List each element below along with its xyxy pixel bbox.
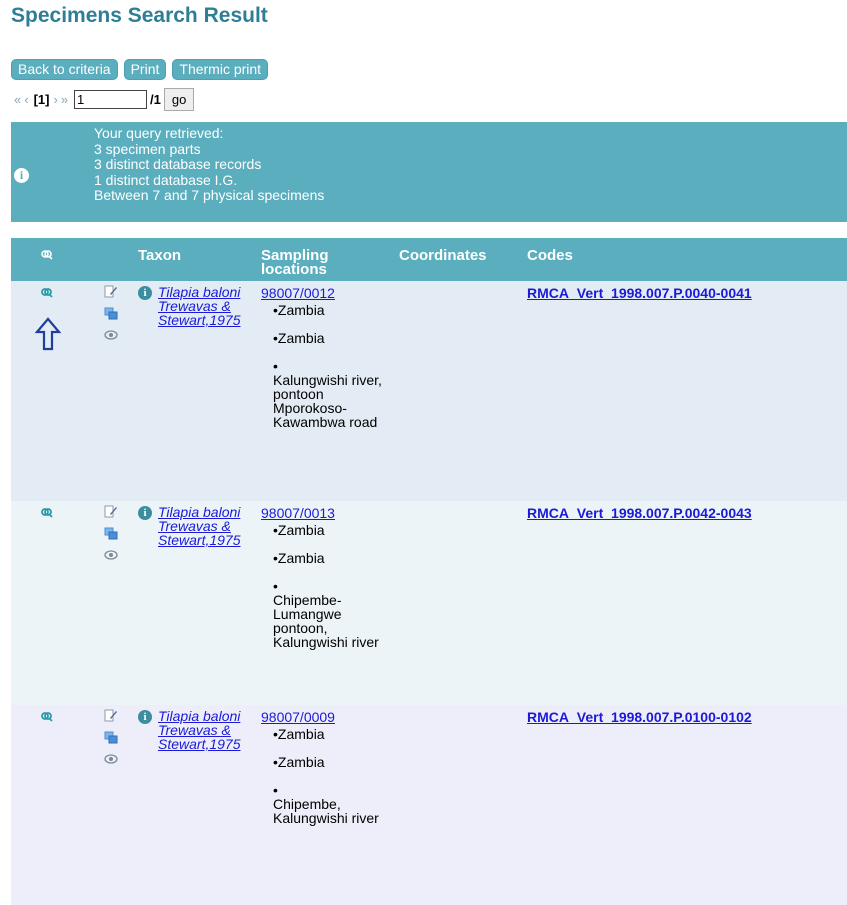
row-tools — [98, 501, 136, 705]
codes-cell: RMCA_Vert_1998.007.P.0100-0102 — [525, 705, 847, 905]
edit-icon[interactable] — [104, 285, 120, 299]
location-item: Zambia — [273, 755, 395, 769]
coordinates-cell — [397, 501, 525, 705]
query-summary: i Your query retrieved: 3 specimen parts… — [11, 122, 847, 222]
info-icon[interactable]: i — [138, 506, 152, 520]
row-magnify-cell — [11, 281, 98, 501]
page-number-input[interactable] — [74, 90, 148, 109]
copy-icon[interactable] — [104, 527, 120, 541]
code-link[interactable]: RMCA_Vert_1998.007.P.0042-0043 — [527, 505, 752, 521]
codes-cell: RMCA_Vert_1998.007.P.0040-0041 — [525, 281, 847, 501]
header-magnify-cell — [11, 238, 98, 281]
ig-link[interactable]: 98007/0012 — [261, 285, 335, 301]
copy-icon[interactable] — [104, 731, 120, 745]
eye-icon[interactable] — [104, 549, 120, 563]
info-icon[interactable]: i — [138, 710, 152, 724]
action-toolbar: Back to criteria Print Thermic print — [11, 59, 269, 80]
coordinates-cell — [397, 281, 525, 501]
sampling-cell: 98007/0013 Zambia Zambia •Chipembe-Luman… — [259, 501, 397, 705]
table-row: i Tilapia baloni Trewavas & Stewart,1975… — [11, 705, 847, 905]
sampling-cell: 98007/0009 Zambia Zambia •Chipembe, Kalu… — [259, 705, 397, 905]
ig-link[interactable]: 98007/0013 — [261, 505, 335, 521]
magnify-icon[interactable] — [41, 249, 53, 263]
taxon-cell: i Tilapia baloni Trewavas & Stewart,1975 — [136, 281, 259, 501]
header-codes[interactable]: Codes — [525, 238, 847, 281]
summary-line: 3 distinct database records — [94, 156, 262, 172]
header-tools — [98, 238, 136, 281]
results-table: Taxon Sampling locations Coordinates Cod… — [11, 238, 847, 905]
eye-icon[interactable] — [104, 753, 120, 767]
header-sampling-locations[interactable]: Sampling locations — [259, 238, 397, 281]
summary-line: Your query retrieved: — [94, 125, 224, 141]
location-item: Zambia — [273, 331, 395, 345]
row-tools — [98, 281, 136, 501]
taxon-link[interactable]: Tilapia baloni Trewavas & Stewart,1975 — [158, 505, 257, 547]
eye-icon[interactable] — [104, 329, 120, 343]
row-tools — [98, 705, 136, 905]
first-page-link[interactable]: « — [14, 92, 21, 107]
ig-link[interactable]: 98007/0009 — [261, 709, 335, 725]
copy-icon[interactable] — [104, 307, 120, 321]
header-taxon[interactable]: Taxon — [136, 238, 259, 281]
location-item: Zambia — [273, 727, 395, 741]
summary-line: 3 specimen parts — [94, 140, 201, 157]
magnify-icon[interactable] — [41, 506, 53, 521]
prev-page-link[interactable]: ‹ — [24, 92, 28, 107]
magnify-icon[interactable] — [41, 286, 53, 301]
table-header-row: Taxon Sampling locations Coordinates Cod… — [11, 238, 847, 281]
location-item: Zambia — [273, 303, 395, 317]
taxon-link[interactable]: Tilapia baloni Trewavas & Stewart,1975 — [158, 709, 257, 751]
header-coordinates: Coordinates — [397, 238, 525, 281]
location-item: • Chipembe-Lumangwe pontoon, Kalungwishi … — [273, 578, 379, 650]
edit-icon[interactable] — [104, 709, 120, 723]
sampling-cell: 98007/0012 Zambia Zambia •Kalungwishi ri… — [259, 281, 397, 501]
up-arrow-icon — [34, 317, 96, 354]
table-row: i Tilapia baloni Trewavas & Stewart,1975… — [11, 281, 847, 501]
magnify-icon[interactable] — [41, 710, 53, 725]
go-button[interactable]: go — [163, 88, 195, 111]
info-icon[interactable]: i — [138, 286, 152, 300]
page-title: Specimens Search Result — [11, 4, 268, 27]
code-link[interactable]: RMCA_Vert_1998.007.P.0040-0041 — [527, 285, 752, 301]
codes-cell: RMCA_Vert_1998.007.P.0042-0043 — [525, 501, 847, 705]
summary-line: 1 distinct database I.G. — [94, 171, 238, 188]
edit-icon[interactable] — [104, 505, 120, 519]
location-item: • Chipembe, Kalungwishi river — [273, 782, 379, 826]
print-button[interactable]: Print — [123, 59, 167, 80]
taxon-link[interactable]: Tilapia baloni Trewavas & Stewart,1975 — [158, 285, 257, 327]
table-row: i Tilapia baloni Trewavas & Stewart,1975… — [11, 501, 847, 705]
location-item: • Kalungwishi river, pontoon Mporokoso-Ka… — [273, 358, 382, 430]
current-page: [1] — [33, 92, 50, 107]
total-pages: /1 — [150, 92, 161, 107]
taxon-cell: i Tilapia baloni Trewavas & Stewart,1975 — [136, 705, 259, 905]
taxon-cell: i Tilapia baloni Trewavas & Stewart,1975 — [136, 501, 259, 705]
thermic-print-button[interactable]: Thermic print — [172, 59, 269, 80]
row-magnify-cell — [11, 501, 98, 705]
code-link[interactable]: RMCA_Vert_1998.007.P.0100-0102 — [527, 709, 752, 725]
last-page-link[interactable]: » — [61, 92, 68, 107]
back-to-criteria-button[interactable]: Back to criteria — [11, 59, 118, 80]
summary-line: Between 7 and 7 physical specimens — [94, 187, 325, 203]
pagination: « ‹ [1] › » /1 go — [14, 88, 195, 111]
location-item: Zambia — [273, 523, 395, 537]
next-page-link[interactable]: › — [53, 92, 57, 107]
row-magnify-cell — [11, 705, 98, 905]
coordinates-cell — [397, 705, 525, 905]
info-icon: i — [14, 168, 29, 183]
location-item: Zambia — [273, 551, 395, 565]
